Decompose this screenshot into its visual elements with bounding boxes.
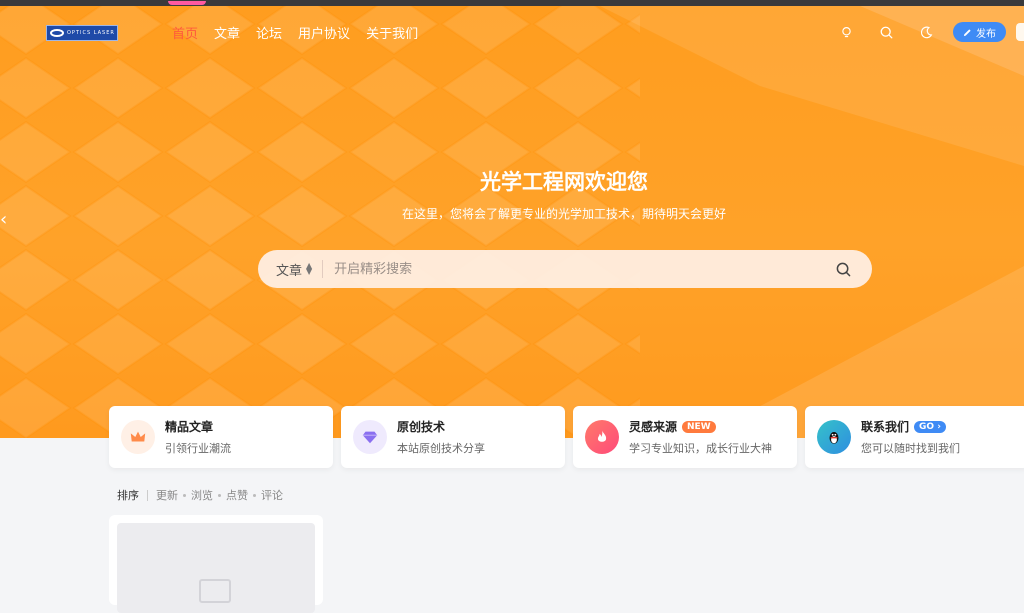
hero-pattern — [0, 6, 1024, 438]
feature-card-contact-us[interactable]: 联系我们 GO › 您可以随时找到我们 — [805, 406, 1024, 468]
sort-option-likes[interactable]: 点赞 — [226, 487, 248, 503]
go-badge: GO › — [914, 420, 946, 433]
card-subtitle: 本站原创技术分享 — [397, 442, 485, 455]
hero-subtitle: 在这里，您将会了解更专业的光学加工技术，期待明天会更好 — [401, 207, 726, 221]
logo-text: OPTICS LASER — [67, 30, 115, 36]
publish-button[interactable]: 发布 — [953, 22, 1006, 42]
moon-icon — [920, 26, 932, 38]
card-subtitle: 学习专业知识，成长行业大神 — [629, 442, 772, 455]
notification-button[interactable] — [831, 17, 861, 47]
site-logo[interactable]: OPTICS LASER — [46, 25, 118, 41]
feature-card-featured-articles[interactable]: 精品文章 引领行业潮流 — [109, 406, 333, 468]
top-navigation: OPTICS LASER 首页 文章 论坛 用户协议 关于我们 发布 — [0, 0, 1024, 58]
nav-item-user-agreement[interactable]: 用户协议 — [298, 23, 350, 42]
flame-icon — [597, 430, 607, 442]
hero-banner: ‹ 光学工程网欢迎您 在这里，您将会了解更专业的光学加工技术，期待明天会更好 文… — [0, 6, 1024, 438]
nav-item-forum[interactable]: 论坛 — [256, 23, 282, 42]
nav-item-home[interactable]: 首页 — [167, 0, 207, 42]
crown-icon — [130, 431, 146, 442]
nav-item-about-us[interactable]: 关于我们 — [366, 23, 418, 42]
sort-divider — [147, 489, 148, 501]
feature-card-original-tech[interactable]: 原创技术 本站原创技术分享 — [341, 406, 565, 468]
nav-actions: 发布 — [821, 6, 1024, 58]
image-placeholder-icon — [199, 579, 231, 603]
card-title: 精品文章 — [165, 420, 214, 434]
post-thumbnail — [117, 523, 315, 613]
sort-dot — [253, 493, 256, 497]
dark-mode-toggle[interactable] — [911, 17, 941, 47]
diamond-icon — [362, 431, 378, 444]
crown-icon-circle — [121, 420, 155, 454]
search-icon — [880, 26, 892, 38]
card-title: 联系我们 — [861, 420, 910, 434]
nav-menu: 首页 文章 论坛 用户协议 关于我们 — [167, 0, 418, 58]
new-badge: NEW — [682, 420, 716, 433]
nav-search-button[interactable] — [871, 17, 901, 47]
search-input[interactable] — [323, 260, 826, 278]
pencil-icon — [963, 28, 971, 36]
sort-dot — [218, 493, 221, 497]
sort-bar: 排序 更新 浏览 点赞 评论 — [117, 487, 283, 503]
sort-arrows-icon: ▲ ▼ — [306, 261, 313, 276]
qq-icon-circle — [817, 420, 851, 454]
search-button[interactable] — [826, 252, 860, 286]
go-badge-label: GO — [919, 421, 935, 432]
sort-option-updated[interactable]: 更新 — [156, 487, 178, 503]
flame-icon-circle — [585, 420, 619, 454]
hero-title: 光学工程网欢迎您 — [480, 170, 648, 194]
card-subtitle: 引领行业潮流 — [165, 442, 231, 455]
logo-eye-icon — [50, 29, 64, 37]
sort-option-views[interactable]: 浏览 — [191, 487, 213, 503]
search-type-label: 文章 — [276, 263, 303, 279]
qq-penguin-icon — [829, 432, 839, 444]
card-title: 原创技术 — [397, 420, 446, 434]
feature-card-inspiration[interactable]: 灵感来源 NEW 学习专业知识，成长行业大神 — [573, 406, 797, 468]
feature-cards: 精品文章 引领行业潮流 原创技术 本站原创技术分享 灵感来源 NEW 学习专业知识… — [109, 406, 1024, 468]
card-subtitle: 您可以随时找到我们 — [861, 442, 960, 455]
nav-item-articles[interactable]: 文章 — [214, 23, 240, 42]
sort-option-comments[interactable]: 评论 — [261, 487, 283, 503]
search-bar: 文章 ▲ ▼ — [258, 250, 872, 288]
lightbulb-icon — [841, 26, 851, 37]
sort-dot — [183, 493, 186, 497]
sort-label: 排序 — [117, 489, 139, 502]
side-panel-tab[interactable] — [1016, 23, 1024, 41]
card-title: 灵感来源 — [629, 420, 678, 434]
publish-label: 发布 — [976, 28, 996, 40]
search-icon — [836, 262, 850, 276]
diamond-icon-circle — [353, 420, 387, 454]
search-type-select[interactable]: 文章 ▲ ▼ — [258, 260, 324, 279]
